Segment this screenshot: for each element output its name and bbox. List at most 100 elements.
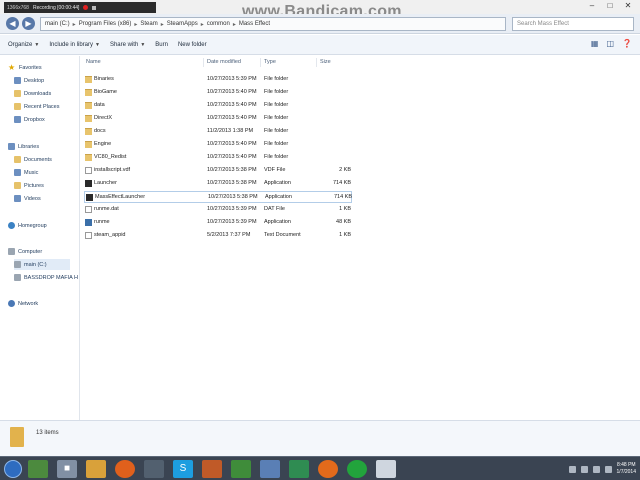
breadcrumb-item[interactable]: common xyxy=(207,21,230,27)
file-row[interactable]: installscript.vdf 10/27/2013 5:38 PM VDF F… xyxy=(84,165,352,177)
downloads-icon xyxy=(14,90,21,97)
tray-icon[interactable] xyxy=(568,465,576,473)
nav-bassdrop[interactable]: BASSDROP MAFIA H xyxy=(14,272,78,283)
nav-favorites[interactable]: ★ Favorites xyxy=(8,62,42,73)
breadcrumb[interactable]: main (C:) ▸ Program Files (x86) ▸ Steam ▸ S… xyxy=(40,17,506,31)
column-header-date[interactable]: Date modified xyxy=(207,59,241,65)
column-header-name[interactable]: Name xyxy=(86,59,101,65)
file-date: 11/2/2013 1:38 PM xyxy=(207,128,254,134)
breadcrumb-item[interactable]: SteamApps xyxy=(167,21,198,27)
file-row[interactable]: runme.dat 10/27/2013 5:39 PM DAT File 1 KB xyxy=(84,204,352,216)
file-row[interactable]: runme 10/27/2013 5:39 PM Application 48 KB xyxy=(84,217,352,229)
libraries-icon xyxy=(8,143,15,150)
nav-documents[interactable]: Documents xyxy=(14,154,52,165)
column-header-type[interactable]: Type xyxy=(264,59,276,65)
explorer-icon[interactable]: ■ xyxy=(57,459,77,478)
tray-icon[interactable] xyxy=(580,465,588,473)
origin-icon[interactable] xyxy=(318,459,338,478)
nav-label: Music xyxy=(24,169,39,176)
new-folder-button[interactable]: New folder xyxy=(178,42,207,48)
file-row[interactable]: BioGame 10/27/2013 5:40 PM File folder xyxy=(84,87,352,99)
file-type: Application xyxy=(264,180,291,186)
taskbar-app-icon[interactable] xyxy=(347,459,367,478)
file-date: 10/27/2013 5:40 PM xyxy=(207,141,257,147)
taskbar-app-icon[interactable] xyxy=(260,459,280,478)
nav-label: Favorites xyxy=(19,64,42,71)
file-name: Engine xyxy=(94,141,112,147)
steam-icon[interactable] xyxy=(144,459,164,478)
breadcrumb-item[interactable]: main (C:) xyxy=(45,21,70,27)
clock[interactable]: 8:48 PM 1/7/2014 xyxy=(617,462,636,476)
include-in-library-button[interactable]: Include in library ▼ xyxy=(49,42,100,48)
nav-pictures[interactable]: Pictures xyxy=(14,180,44,191)
nav-recent-places[interactable]: Recent Places xyxy=(14,101,59,112)
file-date: 10/27/2013 5:40 PM xyxy=(207,115,257,121)
file-type: File folder xyxy=(264,115,289,121)
volume-icon[interactable] xyxy=(604,465,612,473)
file-type: VDF File xyxy=(264,167,286,173)
record-icon[interactable] xyxy=(83,5,89,10)
nav-computer[interactable]: Computer xyxy=(8,246,42,257)
drive-icon xyxy=(14,274,21,281)
nav-downloads[interactable]: Downloads xyxy=(14,88,51,99)
file-type: File folder xyxy=(264,76,289,82)
taskbar-app-icon[interactable] xyxy=(28,459,48,478)
burn-button[interactable]: Burn xyxy=(155,42,168,48)
forward-arrow-icon[interactable]: ▶ xyxy=(22,17,35,30)
file-date: 10/27/2013 5:38 PM xyxy=(207,167,257,173)
nav-label: Network xyxy=(18,300,39,307)
file-row[interactable]: DirectX 10/27/2013 5:40 PM File folder xyxy=(84,113,352,125)
nav-videos[interactable]: Videos xyxy=(14,193,41,204)
file-row[interactable]: steam_appid 5/2/2013 7:37 PM Text Document… xyxy=(84,230,352,242)
close-icon[interactable]: ✕ xyxy=(622,1,634,10)
breadcrumb-item[interactable]: Mass Effect xyxy=(239,21,270,27)
stop-icon[interactable] xyxy=(92,5,97,10)
organize-button[interactable]: Organize ▼ xyxy=(8,42,39,48)
nav-network[interactable]: Network xyxy=(8,298,38,309)
file-row[interactable]: data 10/27/2013 5:40 PM File folder xyxy=(84,100,352,112)
start-button[interactable] xyxy=(4,459,22,478)
view-options-icon[interactable]: ▦ xyxy=(591,39,599,48)
nav-dropbox[interactable]: Dropbox xyxy=(14,114,45,125)
nav-label: main (C:) xyxy=(24,261,47,268)
folder-icon xyxy=(85,154,92,161)
preview-pane-icon[interactable]: ◫ xyxy=(606,39,614,48)
breadcrumb-item[interactable]: Program Files (x86) xyxy=(79,21,132,27)
file-row[interactable]: Binaries 10/27/2013 5:39 PM File folder xyxy=(84,74,352,86)
column-header-size[interactable]: Size xyxy=(320,59,331,65)
nav-label: Homegroup xyxy=(18,222,47,229)
taskbar-app-icon[interactable] xyxy=(202,459,222,478)
file-row[interactable]: VC80_Redist 10/27/2013 5:40 PM File folder xyxy=(84,152,352,164)
chevron-down-icon: ▼ xyxy=(140,41,146,48)
nav-music[interactable]: Music xyxy=(14,167,38,178)
file-size: 1 KB xyxy=(339,232,351,238)
search-input[interactable]: Search Mass Effect xyxy=(512,17,634,31)
file-size: 714 KB xyxy=(332,180,351,186)
taskbar-app-icon[interactable] xyxy=(231,459,251,478)
media-player-icon[interactable] xyxy=(86,459,106,478)
share-with-button[interactable]: Share with ▼ xyxy=(110,42,145,48)
nav-homegroup[interactable]: Homegroup xyxy=(8,220,47,231)
nav-libraries[interactable]: Libraries xyxy=(8,141,39,152)
taskbar-app-icon[interactable] xyxy=(289,459,309,478)
file-row[interactable]: docs 11/2/2013 1:38 PM File folder xyxy=(84,126,352,138)
nav-label: Libraries xyxy=(18,143,40,150)
breadcrumb-item[interactable]: Steam xyxy=(140,21,157,27)
help-icon[interactable]: ❓ xyxy=(622,39,632,48)
file-row[interactable]: MassEffectLauncher 10/27/2013 5:38 PM Appl… xyxy=(84,191,352,203)
file-row[interactable]: Launcher 10/27/2013 5:38 PM Application 714… xyxy=(84,178,352,190)
file-row[interactable]: Engine 10/27/2013 5:40 PM File folder xyxy=(84,139,352,151)
file-size: 2 KB xyxy=(339,167,351,173)
file-date: 10/27/2013 5:39 PM xyxy=(207,76,257,82)
back-arrow-icon[interactable]: ◀ xyxy=(6,17,19,30)
file-list: Name Date modified Type Size Binaries 10/… xyxy=(80,56,640,420)
network-status-icon[interactable] xyxy=(592,465,600,473)
firefox-icon[interactable] xyxy=(115,459,135,478)
minimize-icon[interactable]: – xyxy=(586,1,598,10)
maximize-icon[interactable]: □ xyxy=(604,1,616,10)
taskbar-app-icon[interactable] xyxy=(376,459,396,478)
nav-main-c[interactable]: main (C:) xyxy=(14,259,70,270)
star-icon: ★ xyxy=(8,62,16,72)
skype-icon[interactable]: S xyxy=(173,459,193,478)
nav-desktop[interactable]: Desktop xyxy=(14,75,44,86)
